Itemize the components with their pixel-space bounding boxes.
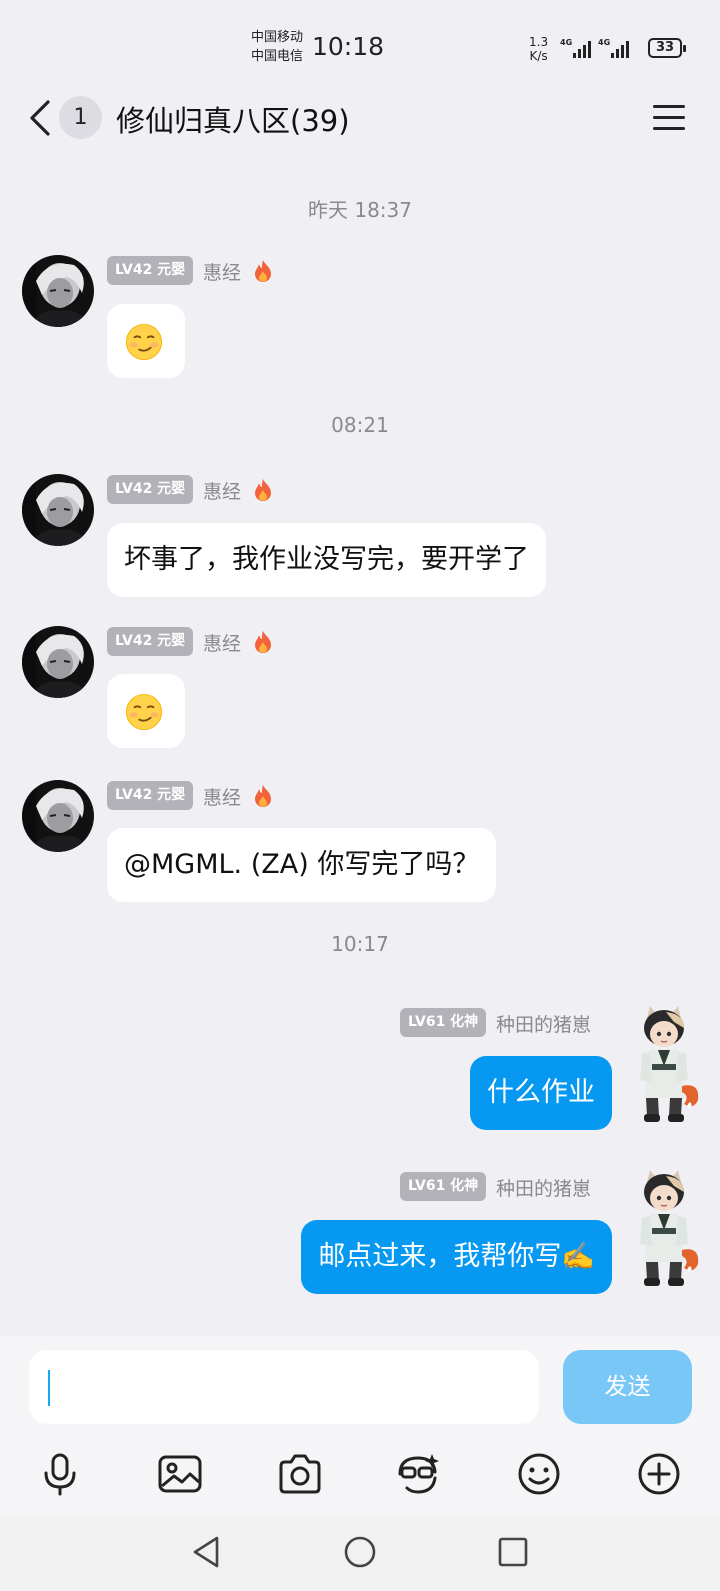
sender-name[interactable]: 惠经 [203,783,241,810]
emoji-icon[interactable] [515,1450,563,1498]
message-bubble[interactable]: 邮点过来，我帮你写✍️ [301,1220,612,1294]
network-speed: 1.3 K/s [529,35,548,63]
level-badge: LV61 化神 [400,1172,487,1201]
level-badge: LV42 元婴 [107,256,194,285]
fire-icon [252,478,274,502]
smirk-emoji-icon [125,323,163,361]
send-button[interactable]: 发送 [563,1350,692,1424]
level-badge: LV61 化神 [400,1008,487,1037]
network-speed-unit: K/s [529,49,548,63]
avatar[interactable] [22,780,94,852]
unread-count-badge[interactable]: 1 [59,96,102,139]
recents-square-icon[interactable] [493,1532,533,1572]
avatar[interactable] [22,626,94,698]
fire-icon [252,784,274,808]
home-circle-icon[interactable] [340,1532,380,1572]
sender-name[interactable]: 惠经 [203,477,241,504]
sender-name[interactable]: 惠经 [203,258,241,285]
signal-2-icon: 4G [598,38,640,60]
timestamp: 昨天 18:37 [308,198,412,222]
level-badge: LV42 元婴 [107,475,194,504]
battery-icon: 33 [648,38,686,58]
network-speed-value: 1.3 [529,35,549,49]
carrier-names: 中国移动 中国电信 [251,28,303,66]
message-bubble[interactable]: 坏事了，我作业没写完，要开学了 [107,523,546,597]
avatar[interactable] [22,255,94,327]
microphone-icon[interactable] [36,1450,84,1498]
message-input[interactable] [29,1350,539,1424]
timestamp: 08:21 [331,413,389,437]
carrier-1: 中国移动 [251,30,304,45]
message-bubble[interactable]: 什么作业 [470,1056,612,1130]
signal-2-type: 4G [598,38,611,47]
signal-1-type: 4G [560,38,573,47]
chat-header: 1 修仙归真八区(39) [0,90,720,168]
fire-icon [252,259,274,283]
level-badge: LV42 元婴 [107,627,194,656]
group-title[interactable]: 修仙归真八区(39) [116,98,350,140]
signal-1-icon: 4G [560,38,602,60]
timestamp: 10:17 [331,932,389,956]
text-caret [48,1370,50,1406]
message-bubble[interactable] [107,304,185,378]
avatar[interactable] [22,474,94,546]
avatar[interactable] [628,1166,700,1294]
back-triangle-icon[interactable] [187,1532,227,1572]
smirk-emoji-icon [125,693,163,731]
chat-screen: 中国移动 中国电信 10:18 1.3 K/s 4G 4G 33 1 修仙归真八… [0,0,720,1591]
menu-icon[interactable] [650,102,688,134]
sender-name[interactable]: 种田的猪崽 [496,1174,591,1201]
image-icon[interactable] [156,1450,204,1498]
system-navigation-bar [0,1516,720,1591]
message-bubble[interactable]: @MGML. (ZA) 你写完了吗？ [107,828,497,902]
input-toolbar [0,1436,720,1516]
carrier-2: 中国电信 [251,49,304,64]
back-arrow-icon[interactable] [26,98,58,138]
status-bar: 中国移动 中国电信 10:18 1.3 K/s 4G 4G 33 [0,0,720,90]
sender-name[interactable]: 惠经 [203,629,241,656]
status-time: 10:18 [312,32,385,61]
plus-icon[interactable] [635,1450,683,1498]
sender-name[interactable]: 种田的猪崽 [496,1010,591,1037]
message-bubble[interactable] [107,674,185,748]
avatar[interactable] [628,1002,700,1130]
camera-icon[interactable] [276,1450,324,1498]
sticker-icon[interactable] [394,1450,442,1498]
fire-icon [252,630,274,654]
input-bar: 发送 [0,1336,720,1436]
level-badge: LV42 元婴 [107,781,194,810]
